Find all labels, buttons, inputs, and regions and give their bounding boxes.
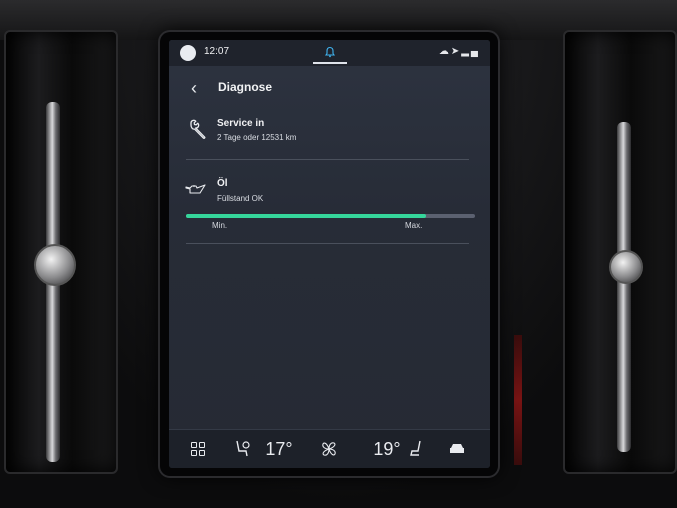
left-air-vent [4,30,118,474]
oil-status: Füllstand OK [217,194,264,203]
notification-handle[interactable] [313,62,347,64]
vent-knob [609,250,643,284]
passenger-temperature[interactable]: 19° [369,430,405,468]
divider [186,159,469,160]
vent-slat [617,122,631,452]
page-title: Diagnose [218,80,273,94]
vent-knob [34,244,76,286]
driver-temperature[interactable]: 17° [261,430,297,468]
profile-avatar[interactable] [180,45,196,61]
notification-bell-icon[interactable] [323,46,337,58]
ambient-light-strip [514,335,522,465]
cloud-icon: ☁ [438,46,451,57]
apps-grid-icon[interactable] [191,442,205,456]
driver-seat-heat-icon[interactable] [231,430,253,468]
oil-level-fill [186,214,426,218]
status-bar: 12:07 ☁➤▂▄ [169,40,490,66]
oil-max-label: Max. [405,221,423,230]
oil-title: Öl [217,178,228,189]
back-chevron-icon[interactable]: ‹ [191,78,197,99]
service-detail: 2 Tage oder 12531 km [217,133,297,142]
wrench-icon [187,118,209,140]
climate-bar: 17° 19° [169,429,490,468]
fan-icon[interactable] [317,430,341,468]
car-icon[interactable] [445,430,469,468]
infotainment-screen: 12:07 ☁➤▂▄ ‹ Diagnose Service in 2 Tage … [169,40,490,468]
oil-can-icon [184,183,208,197]
clock: 12:07 [204,46,230,57]
signal-icon: ▂▄ [461,46,480,57]
divider [186,243,469,244]
right-air-vent [563,30,677,474]
navigation-icon: ➤ [450,46,462,57]
oil-min-label: Min. [212,221,228,230]
oil-level-bar [186,214,475,218]
passenger-seat-icon[interactable] [407,430,427,468]
status-icons: ☁➤▂▄ [439,46,480,57]
service-title: Service in [217,118,265,129]
